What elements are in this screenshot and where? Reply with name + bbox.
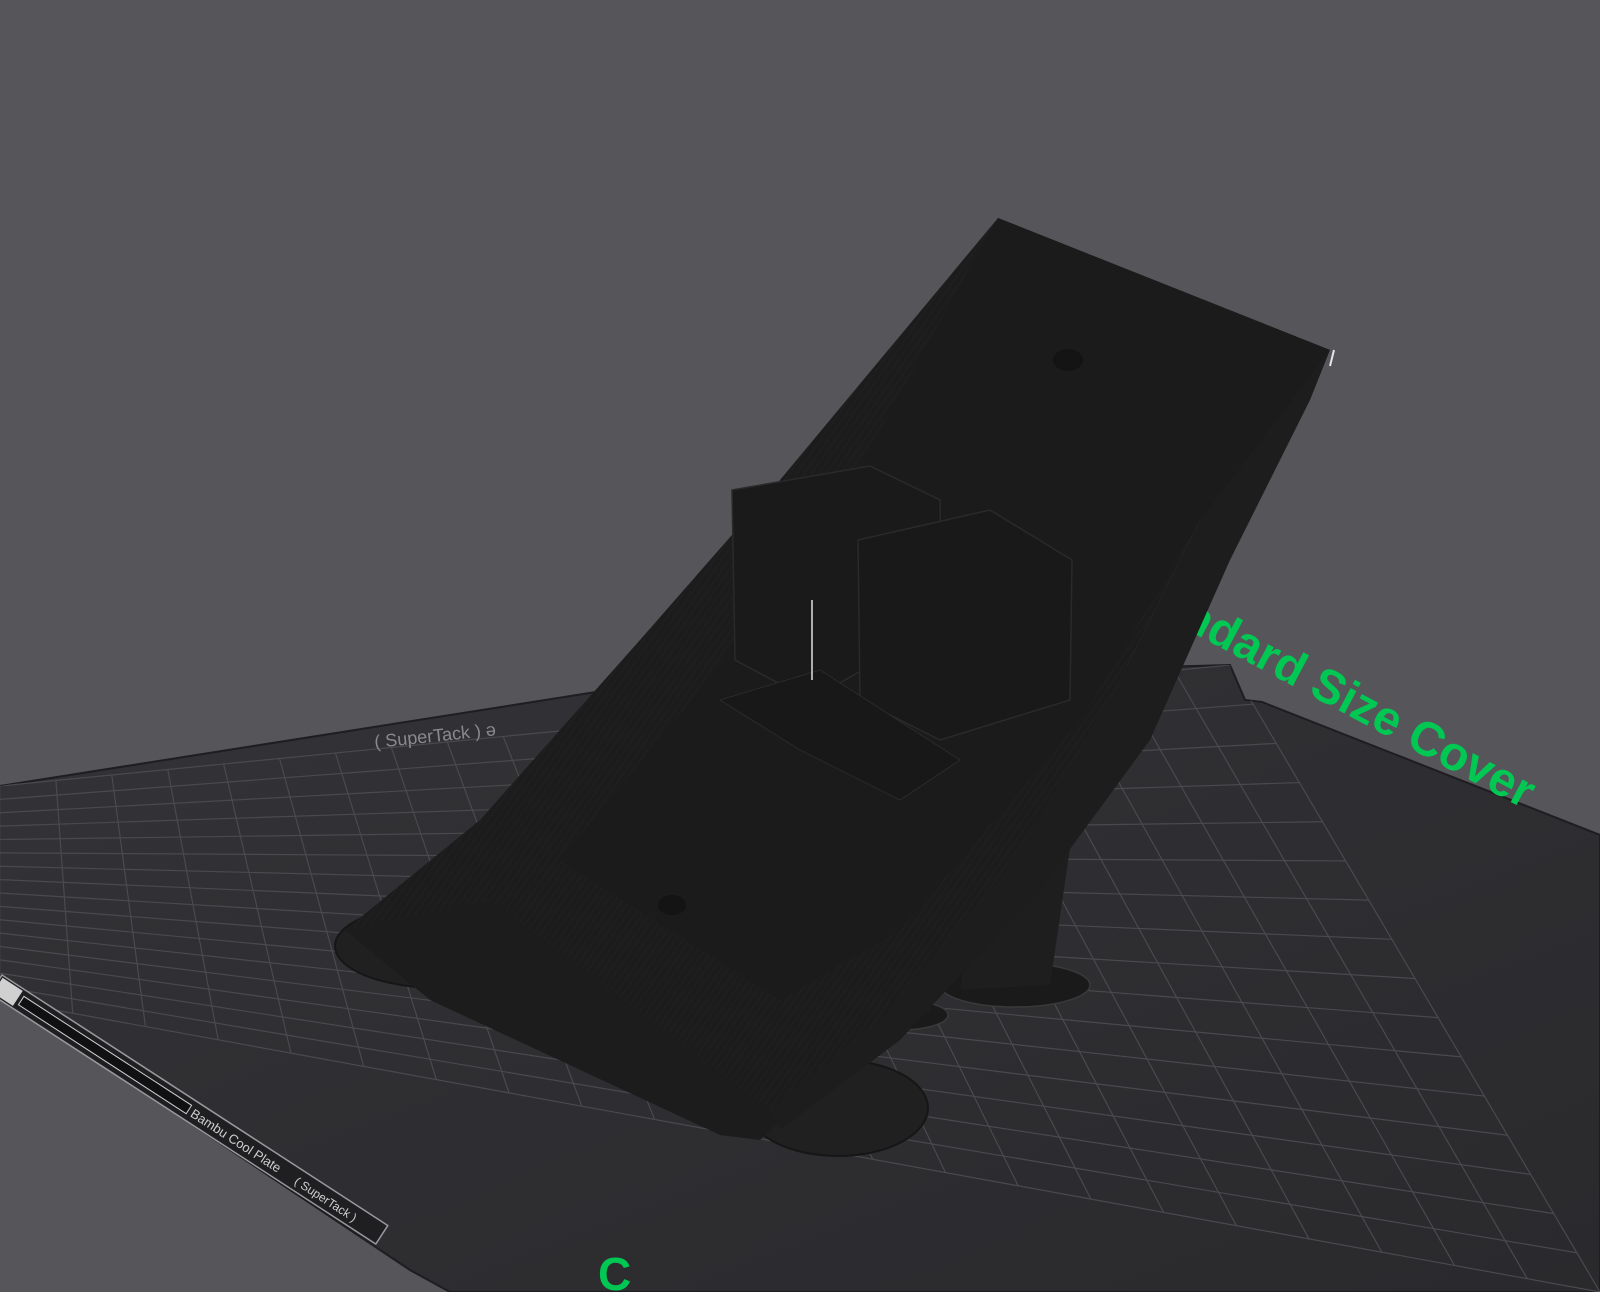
mount-hole-top xyxy=(1053,349,1083,371)
mount-hole-bottom xyxy=(658,895,686,915)
cover-label-bottom: C xyxy=(598,1248,631,1292)
highlight-corner xyxy=(1329,349,1335,367)
cavity-box-right xyxy=(857,509,1073,741)
3d-viewport[interactable]: ( SuperTack ) ə ndard Size Cover C Bambu… xyxy=(0,0,1600,1292)
